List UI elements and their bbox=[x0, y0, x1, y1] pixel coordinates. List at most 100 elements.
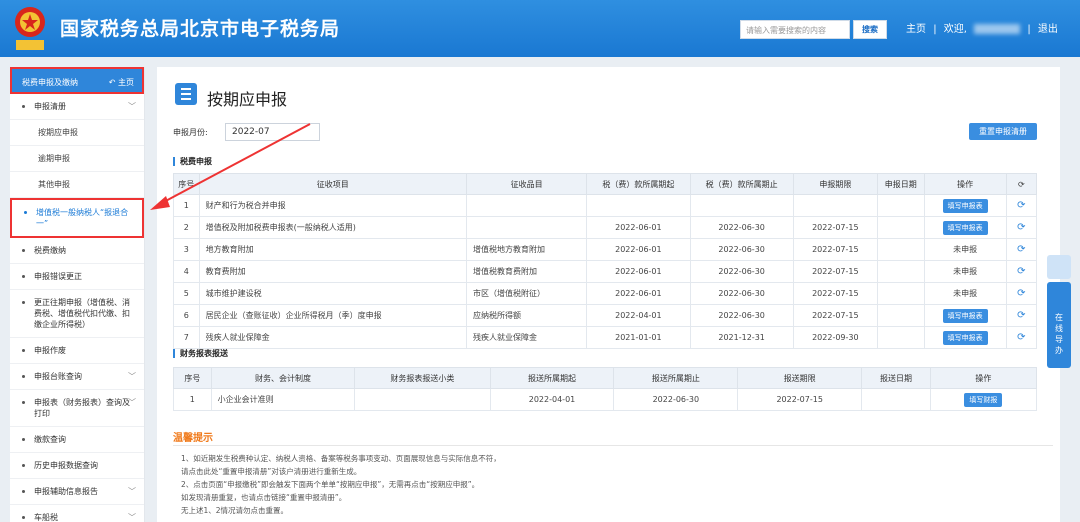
table-row: 5 城市维护建设税 市区（增值税附征） 2022-06-01 2022-06-30 202… bbox=[173, 282, 1038, 305]
cell-date bbox=[876, 238, 925, 261]
table-row: 7 残疾人就业保障金 残疾人就业保障金 2021-01-01 2021-12-31 202… bbox=[173, 326, 1038, 349]
column-header: 征收项目 bbox=[198, 173, 467, 195]
refresh-icon[interactable]: ⟳ bbox=[1017, 332, 1025, 343]
sidebar-home-link[interactable]: ↶ 主页 bbox=[109, 77, 134, 88]
page-title: 按期应申报 bbox=[207, 90, 288, 109]
sidebar-item-label: 申报辅助信息报告 bbox=[34, 487, 98, 496]
home-link[interactable]: 主页 bbox=[906, 24, 926, 35]
cell-start: 2022-06-01 bbox=[586, 238, 691, 261]
cell-item: 财产和行为税合并申报 bbox=[198, 194, 467, 217]
status-text: 未申报 bbox=[953, 245, 978, 254]
cell-op: 填写申报表 bbox=[923, 194, 1007, 217]
cell-date bbox=[876, 326, 925, 349]
cell-end: 2021-12-31 bbox=[689, 326, 794, 349]
cell-start: 2022-06-01 bbox=[586, 260, 691, 283]
column-header: 报送所属期起 bbox=[489, 367, 615, 389]
refresh-icon[interactable]: ⟳ bbox=[1017, 288, 1025, 299]
table-row: 4 教育费附加 增值税教育费附加 2022-06-01 2022-06-30 2022-0… bbox=[173, 260, 1038, 283]
cell-sub: 增值税地方教育附加 bbox=[465, 238, 588, 261]
cell-refresh: ⟳ bbox=[1005, 304, 1038, 327]
sidebar-item[interactable]: 缴款查询 bbox=[10, 427, 144, 453]
cell-refresh: ⟳ bbox=[1005, 326, 1038, 349]
table-header-row: 序号 征收项目 征收品目 税（费）款所属期起 税（费）款所属期止 申报期限 申报日期 操作 ⟳ bbox=[173, 173, 1038, 195]
cell-date bbox=[876, 282, 925, 305]
sidebar-item[interactable]: 其他申报 bbox=[10, 172, 144, 198]
sidebar-item-label: 增值税一般纳税人“报退合一” bbox=[36, 208, 129, 228]
sidebar-item-label: 车船税 bbox=[34, 513, 58, 522]
sidebar-item[interactable]: 历史申报数据查询 bbox=[10, 453, 144, 479]
cell-sub: 应纳税所得额 bbox=[465, 304, 588, 327]
column-header: 序号 bbox=[173, 367, 212, 389]
sidebar-item[interactable]: 申报清册 ﹀ bbox=[10, 94, 144, 120]
fill-declaration-button[interactable]: 填写申报表 bbox=[942, 308, 988, 323]
month-input[interactable]: 2022-07 bbox=[225, 123, 320, 141]
refresh-icon[interactable]: ⟳ bbox=[1005, 173, 1038, 195]
national-emblem-icon bbox=[15, 7, 45, 50]
sidebar-item-label: 更正往期申报（增值税、消费税、增值税代扣代缴、扣缴企业所得税） bbox=[34, 298, 130, 329]
column-header: 申报日期 bbox=[876, 173, 925, 195]
sidebar-item[interactable]: 申报辅助信息报告 ﹀ bbox=[10, 479, 144, 505]
cell-deadline: 2022-07-15 bbox=[792, 282, 878, 305]
refresh-icon[interactable]: ⟳ bbox=[1017, 310, 1025, 321]
refresh-icon[interactable]: ⟳ bbox=[1017, 222, 1025, 233]
cell-no: 4 bbox=[173, 260, 200, 283]
cell-item: 城市维护建设税 bbox=[198, 282, 467, 305]
online-guide-widget[interactable]: 在线导办 bbox=[1047, 255, 1071, 368]
user-name-blurred bbox=[974, 24, 1021, 34]
sidebar-item-label: 申报作废 bbox=[34, 346, 66, 355]
search-input[interactable]: 请输入需要搜索的内容 bbox=[740, 20, 850, 39]
sidebar-item-label: 缴款查询 bbox=[34, 435, 66, 444]
reset-list-button[interactable]: 重置申报清册 bbox=[969, 123, 1037, 140]
cell-no: 1 bbox=[173, 388, 212, 411]
refresh-icon[interactable]: ⟳ bbox=[1017, 244, 1025, 255]
cell-item: 居民企业（查账征收）企业所得税月（季）度申报 bbox=[198, 304, 467, 327]
sidebar-header[interactable]: 税费申报及缴纳 ↶ 主页 bbox=[10, 67, 144, 94]
sidebar-item[interactable]: 增值税一般纳税人“报退合一” bbox=[10, 198, 144, 238]
sidebar-item-label: 按期应申报 bbox=[38, 128, 78, 137]
column-header: 财务报表报送小类 bbox=[354, 367, 491, 389]
chevron-down-icon: ﹀ bbox=[128, 487, 136, 496]
sidebar-item[interactable]: 申报错误更正 bbox=[10, 264, 144, 290]
sidebar-item[interactable]: 申报表（财务报表）查询及打印 ﹀ bbox=[10, 390, 144, 427]
cell-no: 2 bbox=[173, 216, 200, 239]
cell-start: 2022-04-01 bbox=[489, 388, 615, 411]
search-button[interactable]: 搜索 bbox=[853, 20, 887, 39]
separator: | bbox=[1027, 24, 1031, 35]
tax-section-title: 税费申报 bbox=[173, 157, 212, 166]
fill-financial-report-button[interactable]: 填写财报 bbox=[964, 392, 1003, 407]
column-header: 序号 bbox=[173, 173, 200, 195]
fill-declaration-button[interactable]: 填写申报表 bbox=[942, 198, 988, 213]
sidebar-item[interactable]: 申报台账查询 ﹀ bbox=[10, 364, 144, 390]
cell-op: 未申报 bbox=[923, 260, 1007, 283]
financial-table: 序号 财务、会计制度 财务报表报送小类 报送所属期起 报送所属期止 报送期限 报送日期 操作 … bbox=[173, 367, 1038, 411]
cell-sub bbox=[465, 194, 588, 217]
column-header: 操作 bbox=[929, 367, 1038, 389]
logout-link[interactable]: 退出 bbox=[1038, 24, 1058, 35]
sidebar-item[interactable]: 税费缴纳 bbox=[10, 238, 144, 264]
refresh-icon[interactable]: ⟳ bbox=[1017, 266, 1025, 277]
chevron-down-icon: ﹀ bbox=[128, 372, 136, 381]
cell-sub: 残疾人就业保障金 bbox=[465, 326, 588, 349]
cell-deadline: 2022-07-15 bbox=[792, 260, 878, 283]
sidebar-item[interactable]: 更正往期申报（增值税、消费税、增值税代扣代缴、扣缴企业所得税） bbox=[10, 290, 144, 338]
welcome-text: 欢迎, bbox=[943, 24, 967, 35]
refresh-icon[interactable]: ⟳ bbox=[1017, 200, 1025, 211]
sidebar-item[interactable]: 申报作废 bbox=[10, 338, 144, 364]
fill-declaration-button[interactable]: 填写申报表 bbox=[942, 220, 988, 235]
cell-date bbox=[876, 216, 925, 239]
cell-deadline bbox=[792, 194, 878, 217]
column-header: 税（费）款所属期止 bbox=[689, 173, 794, 195]
fill-declaration-button[interactable]: 填写申报表 bbox=[942, 330, 988, 345]
online-guide-label[interactable]: 在线导办 bbox=[1047, 282, 1071, 368]
cell-system: 小企业会计准则 bbox=[210, 388, 356, 411]
sidebar-item[interactable]: 按期应申报 bbox=[10, 120, 144, 146]
sidebar-item[interactable]: 车船税 ﹀ bbox=[10, 505, 144, 522]
cell-refresh: ⟳ bbox=[1005, 282, 1038, 305]
cell-end: 2022-06-30 bbox=[689, 216, 794, 239]
cell-end: 2022-06-30 bbox=[689, 304, 794, 327]
cell-end: 2022-06-30 bbox=[613, 388, 739, 411]
online-guide-text: 在线导办 bbox=[1055, 313, 1063, 355]
cell-date bbox=[861, 388, 931, 411]
cell-deadline: 2022-07-15 bbox=[792, 238, 878, 261]
sidebar-item[interactable]: 逾期申报 bbox=[10, 146, 144, 172]
